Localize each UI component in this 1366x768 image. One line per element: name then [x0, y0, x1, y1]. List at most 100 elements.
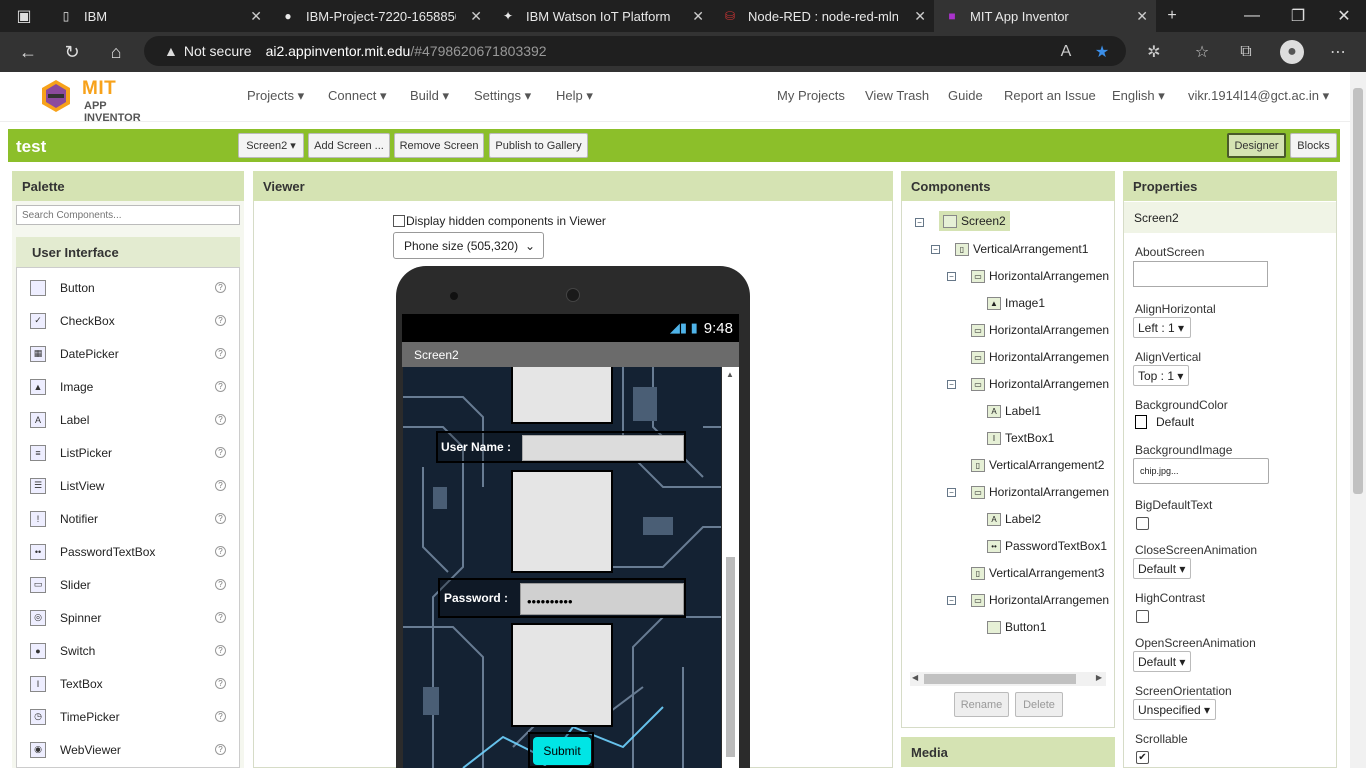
hscrollbar-thumb[interactable] [924, 674, 1076, 684]
rename-button[interactable]: Rename [954, 692, 1009, 717]
palette-item-button[interactable]: Button? [18, 271, 238, 304]
tree-item-passwordtextbox1[interactable]: •• PasswordTextBox1 [987, 539, 1107, 553]
close-icon[interactable]: ✕ [250, 8, 262, 25]
hidden-components-toggle[interactable]: Display hidden components in Viewer [393, 214, 606, 228]
help-icon[interactable]: ? [215, 447, 226, 458]
palette-item-textbox[interactable]: I TextBox? [18, 667, 238, 700]
menu-connect[interactable]: Connect ▾ [328, 88, 387, 104]
tree-item-textbox1[interactable]: I TextBox1 [987, 431, 1054, 445]
scroll-up-icon[interactable]: ▲ [726, 370, 734, 379]
tree-item-verticalarrangement2[interactable]: ▯ VerticalArrangement2 [971, 458, 1104, 472]
collapse-toggle-icon[interactable]: − [931, 245, 940, 254]
window-close-icon[interactable]: ✕ [1324, 0, 1364, 32]
password-textbox[interactable]: •••••••••• [520, 583, 684, 615]
tab-nodered[interactable]: ⛁ Node-RED : node-red-mlnrh- ✕ [712, 0, 934, 32]
help-icon[interactable]: ? [215, 348, 226, 359]
menu-report-issue[interactable]: Report an Issue [1004, 88, 1096, 103]
favorites-icon[interactable]: ☆ [1190, 40, 1214, 64]
tab-actions-icon[interactable]: ▣ [4, 0, 44, 32]
tree-item-horizontalarrangemen[interactable]: ▭ HorizontalArrangemen [971, 593, 1109, 607]
help-icon[interactable]: ? [215, 546, 226, 557]
menu-account[interactable]: vikr.1914l14@gct.ac.in ▾ [1188, 88, 1329, 104]
blocks-button[interactable]: Blocks [1290, 133, 1337, 158]
menu-settings[interactable]: Settings ▾ [474, 88, 531, 104]
tree-item-button1[interactable]: Button1 [987, 620, 1046, 634]
publish-gallery-button[interactable]: Publish to Gallery [489, 133, 588, 158]
scrollbar-thumb[interactable] [1353, 88, 1363, 494]
bgcolor-value[interactable]: Default [1156, 415, 1194, 429]
scrollable-checkbox[interactable]: ✔ [1136, 751, 1149, 764]
username-textbox[interactable] [522, 435, 684, 461]
palette-item-spinner[interactable]: ◎ Spinner? [18, 601, 238, 634]
highcontrast-checkbox[interactable] [1136, 610, 1149, 623]
tree-item-horizontalarrangemen[interactable]: ▭ HorizontalArrangemen [971, 350, 1109, 364]
tree-item-label2[interactable]: A Label2 [987, 512, 1041, 526]
minimize-icon[interactable]: — [1232, 0, 1272, 32]
collapse-toggle-icon[interactable]: − [947, 380, 956, 389]
collapse-toggle-icon[interactable]: − [947, 488, 956, 497]
new-tab-icon[interactable]: + [1152, 0, 1192, 32]
tree-item-horizontalarrangemen[interactable]: ▭ HorizontalArrangemen [971, 323, 1109, 337]
about-screen-textarea[interactable] [1133, 261, 1268, 287]
menu-help[interactable]: Help ▾ [556, 88, 593, 104]
close-icon[interactable]: ✕ [914, 8, 926, 25]
app-inventor-logo[interactable]: MIT APP INVENTOR [36, 78, 161, 124]
help-icon[interactable]: ? [215, 513, 226, 524]
close-icon[interactable]: ✕ [470, 8, 482, 25]
close-icon[interactable]: ✕ [1136, 8, 1148, 25]
collections-icon[interactable]: ⧉ [1234, 40, 1258, 64]
help-icon[interactable]: ? [215, 282, 226, 293]
palette-item-listview[interactable]: ☰ ListView? [18, 469, 238, 502]
help-icon[interactable]: ? [215, 744, 226, 755]
tab-watson[interactable]: ✦ IBM Watson IoT Platform ✕ [490, 0, 712, 32]
read-aloud-icon[interactable]: A [1054, 40, 1078, 64]
category-user-interface[interactable]: User Interface [16, 237, 240, 267]
palette-search-input[interactable] [16, 205, 240, 225]
palette-item-switch[interactable]: ● Switch? [18, 634, 238, 667]
screen-select[interactable]: Screen2 ▾ [238, 133, 304, 158]
menu-projects[interactable]: Projects ▾ [247, 88, 304, 104]
palette-item-timepicker[interactable]: ◷ TimePicker? [18, 700, 238, 733]
help-icon[interactable]: ? [215, 579, 226, 590]
collapse-toggle-icon[interactable]: − [915, 218, 924, 227]
scroll-left-icon[interactable]: ◀ [912, 673, 918, 682]
collapse-toggle-icon[interactable]: − [947, 596, 956, 605]
delete-button[interactable]: Delete [1015, 692, 1063, 717]
url-bar[interactable]: ▲ Not secure ai2.appinventor.mit.edu/#47… [144, 36, 1126, 66]
hidden-components-checkbox[interactable] [393, 215, 405, 227]
palette-item-passwordtextbox[interactable]: •• PasswordTextBox? [18, 535, 238, 568]
open-animation-select[interactable]: Default ▾ [1133, 651, 1191, 672]
help-icon[interactable]: ? [215, 381, 226, 392]
remove-screen-button[interactable]: Remove Screen [394, 133, 484, 158]
refresh-icon[interactable]: ↻ [60, 40, 84, 64]
collapse-toggle-icon[interactable]: − [947, 272, 956, 281]
align-horizontal-select[interactable]: Left : 1 ▾ [1133, 317, 1191, 338]
menu-my-projects[interactable]: My Projects [777, 88, 845, 103]
bgcolor-swatch[interactable] [1135, 415, 1147, 429]
profile-avatar-icon[interactable]: ● [1280, 40, 1304, 64]
back-icon[interactable]: ← [16, 40, 40, 64]
screen-orientation-select[interactable]: Unspecified ▾ [1133, 699, 1216, 720]
palette-item-checkbox[interactable]: ✓ CheckBox? [18, 304, 238, 337]
add-screen-button[interactable]: Add Screen ... [308, 133, 390, 158]
help-icon[interactable]: ? [215, 612, 226, 623]
close-icon[interactable]: ✕ [692, 8, 704, 25]
restore-icon[interactable]: ❐ [1278, 0, 1318, 32]
menu-guide[interactable]: Guide [948, 88, 983, 103]
menu-build[interactable]: Build ▾ [410, 88, 449, 104]
help-icon[interactable]: ? [215, 711, 226, 722]
align-vertical-select[interactable]: Top : 1 ▾ [1133, 365, 1189, 386]
phone-scrollbar-thumb[interactable] [726, 557, 735, 757]
palette-item-label[interactable]: A Label? [18, 403, 238, 436]
tree-item-verticalarrangement3[interactable]: ▯ VerticalArrangement3 [971, 566, 1104, 580]
page-scrollbar[interactable] [1350, 72, 1366, 768]
help-icon[interactable]: ? [215, 645, 226, 656]
tree-item-verticalarrangement1[interactable]: ▯ VerticalArrangement1 [955, 242, 1088, 256]
tab-appinventor[interactable]: ■ MIT App Inventor ✕ [934, 0, 1156, 32]
tree-item-horizontalarrangemen[interactable]: ▭ HorizontalArrangemen [971, 377, 1109, 391]
home-icon[interactable]: ⌂ [104, 40, 128, 64]
palette-item-datepicker[interactable]: ▦ DatePicker? [18, 337, 238, 370]
scroll-right-icon[interactable]: ▶ [1096, 673, 1102, 682]
palette-item-notifier[interactable]: ! Notifier? [18, 502, 238, 535]
tree-item-label1[interactable]: A Label1 [987, 404, 1041, 418]
